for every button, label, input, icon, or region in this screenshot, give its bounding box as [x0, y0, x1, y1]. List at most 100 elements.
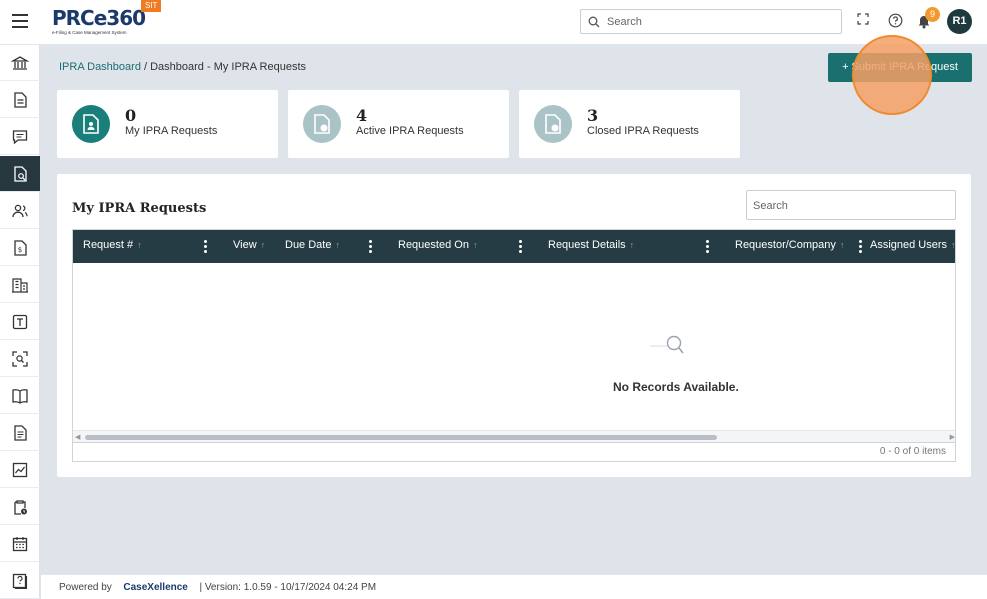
scan-icon — [12, 350, 28, 367]
sidebar-item-bank[interactable] — [0, 45, 40, 81]
no-records-icon — [650, 335, 684, 354]
sidebar-item-users[interactable] — [0, 193, 40, 229]
help-book-icon — [12, 573, 28, 589]
avatar[interactable]: R1 — [947, 9, 972, 34]
sort-arrow-icon[interactable]: ↑ — [630, 240, 635, 250]
stat-label: My IPRA Requests — [125, 125, 218, 137]
table-search-input[interactable] — [753, 198, 948, 214]
sidebar: $ — [0, 45, 40, 599]
column-request-details[interactable]: Request Details ↑ — [548, 230, 634, 263]
sort-arrow-icon[interactable]: ↑ — [137, 240, 142, 250]
casexellence-logo[interactable]: CaseXellence — [123, 582, 188, 593]
scroll-right-icon[interactable]: ▶ — [950, 433, 955, 441]
top-bar: PRCe360 e-Filing & Case Management Syste… — [0, 0, 987, 45]
stat-card-my-requests[interactable]: 0 My IPRA Requests — [57, 90, 278, 158]
column-label: Due Date — [285, 239, 332, 251]
column-label: Requested On — [398, 239, 469, 251]
stat-count: 4 — [356, 106, 368, 125]
scrollbar-thumb[interactable] — [85, 435, 717, 440]
stat-card-closed-requests[interactable]: 3 Closed IPRA Requests — [519, 90, 740, 158]
grid-header: Request # ↑ View ↑ Due Date ↑ Requested On ↑… — [73, 230, 955, 263]
global-search-input[interactable] — [607, 13, 837, 30]
book-icon — [12, 388, 28, 404]
sort-arrow-icon[interactable]: ↑ — [261, 240, 266, 250]
fullscreen-icon[interactable] — [857, 13, 869, 25]
pager-info: 0 - 0 of 0 items — [72, 443, 956, 462]
column-assigned-users[interactable]: Assigned Users ↑ — [870, 230, 955, 263]
svg-text:$: $ — [18, 246, 22, 254]
version-text: | Version: 1.0.59 - 10/17/2024 04:24 PM — [199, 582, 377, 593]
sidebar-item-invoice[interactable]: $ — [0, 230, 40, 266]
document-clock-icon — [303, 105, 341, 143]
column-requestor-company[interactable]: Requestor/Company ↑ — [735, 230, 844, 263]
column-menu-icon[interactable] — [204, 240, 207, 253]
column-label: Request # — [83, 239, 134, 251]
stat-label: Active IPRA Requests — [356, 125, 464, 137]
sort-arrow-icon[interactable]: ↑ — [951, 240, 955, 250]
sidebar-item-document[interactable] — [0, 82, 40, 118]
column-label: View — [233, 239, 257, 251]
chart-icon — [12, 462, 28, 477]
breadcrumb-current: Dashboard - My IPRA Requests — [150, 61, 307, 73]
users-icon — [12, 204, 28, 217]
column-menu-icon[interactable] — [519, 240, 522, 253]
logo[interactable]: PRCe360 e-Filing & Case Management Syste… — [52, 6, 146, 37]
column-requested-on[interactable]: Requested On ↑ — [398, 230, 477, 263]
page-icon — [14, 424, 27, 441]
column-label: Request Details — [548, 239, 626, 251]
document-icon — [14, 91, 27, 108]
column-request-number[interactable]: Request # ↑ — [83, 230, 142, 263]
sidebar-item-scan[interactable] — [0, 341, 40, 377]
logo-text: PRCe360 — [52, 6, 146, 30]
document-person-icon — [72, 105, 110, 143]
breadcrumb: IPRA Dashboard / Dashboard - My IPRA Req… — [59, 61, 306, 73]
column-due-date[interactable]: Due Date ↑ — [285, 230, 340, 263]
column-menu-icon[interactable] — [369, 240, 372, 253]
sidebar-item-clipboard-clock[interactable] — [0, 489, 40, 525]
stat-count: 0 — [125, 106, 137, 125]
document-check-icon — [534, 105, 572, 143]
footer: Powered by CaseXellence | Version: 1.0.5… — [41, 574, 987, 599]
sidebar-item-building[interactable] — [0, 267, 40, 303]
stat-count: 3 — [587, 106, 599, 125]
help-icon[interactable] — [888, 13, 903, 28]
sort-arrow-icon[interactable]: ↑ — [335, 240, 340, 250]
menu-icon[interactable] — [12, 14, 28, 28]
sidebar-item-chart[interactable] — [0, 452, 40, 488]
column-label: Assigned Users — [870, 239, 948, 251]
column-menu-icon[interactable] — [859, 240, 862, 253]
notification-badge: 9 — [925, 7, 940, 22]
column-menu-icon[interactable] — [706, 240, 709, 253]
global-search[interactable] — [580, 9, 842, 34]
document-search-icon — [14, 165, 27, 182]
sidebar-item-calendar[interactable] — [0, 526, 40, 562]
scroll-left-icon[interactable]: ◀ — [75, 433, 80, 441]
sidebar-item-text-box[interactable] — [0, 304, 40, 340]
sidebar-item-help-book[interactable] — [0, 563, 40, 599]
calendar-icon — [12, 536, 28, 551]
stat-card-active-requests[interactable]: 4 Active IPRA Requests — [288, 90, 509, 158]
clipboard-clock-icon — [14, 499, 27, 515]
invoice-icon: $ — [14, 239, 27, 256]
stat-label: Closed IPRA Requests — [587, 125, 699, 137]
table-search[interactable] — [746, 190, 956, 220]
breadcrumb-link-ipra-dashboard[interactable]: IPRA Dashboard — [59, 61, 141, 73]
horizontal-scrollbar[interactable]: ◀ ▶ — [73, 430, 955, 442]
column-view[interactable]: View ↑ — [233, 230, 265, 263]
text-box-icon — [12, 314, 28, 329]
bank-icon — [11, 55, 29, 70]
sidebar-item-document-search[interactable] — [0, 156, 40, 192]
logo-subtitle: e-Filing & Case Management System — [52, 30, 127, 35]
sidebar-item-page[interactable] — [0, 415, 40, 451]
click-highlight — [852, 35, 932, 115]
sort-arrow-icon[interactable]: ↑ — [840, 240, 845, 250]
requests-grid: Request # ↑ View ↑ Due Date ↑ Requested On ↑… — [72, 229, 956, 443]
chat-icon — [12, 129, 28, 144]
sort-arrow-icon[interactable]: ↑ — [473, 240, 478, 250]
requests-panel: My IPRA Requests Request #↑ View↑ Due Da… — [57, 174, 971, 477]
sidebar-item-chat[interactable] — [0, 119, 40, 155]
sidebar-item-book[interactable] — [0, 378, 40, 414]
env-badge: SIT — [141, 0, 162, 12]
breadcrumb-separator: / — [140, 61, 151, 73]
powered-by-label: Powered by — [59, 582, 112, 593]
